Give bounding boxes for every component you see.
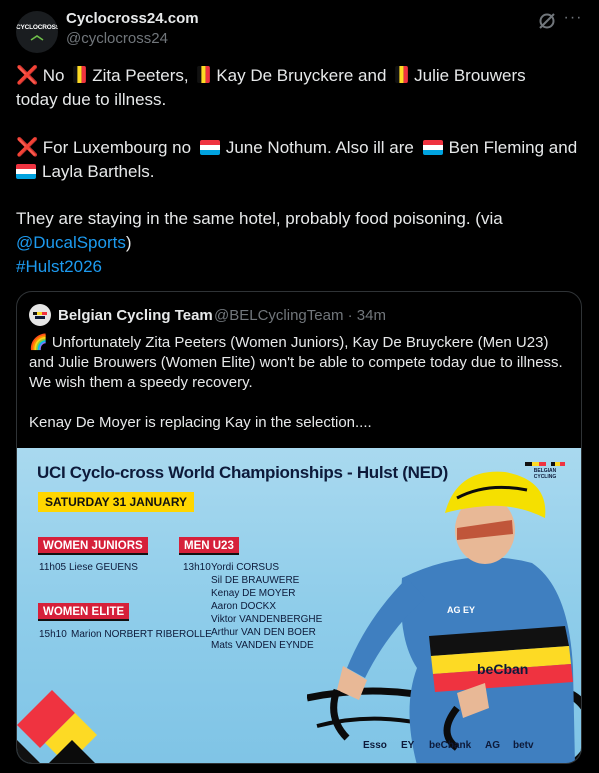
women-juniors-rider: Liese GEUENS [69,562,138,573]
post-text: Zita Peeters, [92,66,189,85]
decorative-corner-art [17,690,97,763]
women-elite-rider: Marion NORBERT RIBEROLLE [71,629,212,640]
quoted-text-1: Unfortunately Zita Peeters (Women Junior… [29,334,563,391]
quoted-author-handle-time[interactable]: @BELCyclingTeam · 34m [214,307,386,324]
men-u23-time: 13h10 [183,562,211,573]
sponsor-ag: AG [485,740,500,751]
post[interactable]: CYCLOCROSS24 Cyclocross24.com @cyclocros… [0,0,599,773]
sponsor-betv: betv [513,740,534,751]
hashtag-link[interactable]: #Hulst2026 [16,257,102,276]
rainbow-icon: 🌈 [29,334,48,351]
post-text: June Nothum. Also ill are [225,138,414,157]
luxembourg-flag-icon [422,140,443,155]
men-u23-rider: Viktor VANDENBERGHE [211,614,323,625]
sponsor-esso: Esso [363,740,387,751]
cross-mark-icon: ❌ [16,137,39,157]
quoted-post[interactable]: Belgian Cycling Team @BELCyclingTeam · 3… [16,291,582,764]
post-text: Kay De Bruyckere and [216,66,387,85]
quoted-author-avatar[interactable] [29,304,51,326]
belgian-stripes-icon [525,462,565,466]
post-paragraph-3: They are staying in the same hotel, prob… [16,207,586,279]
men-u23-rider: Sil DE BRAUWERE [211,575,300,586]
men-u23-rider: Yordi CORSUS [211,562,279,573]
avatar-logo-icon [30,35,44,41]
luxembourg-flag-icon [199,140,220,155]
post-text: Ben Fleming and [448,138,578,157]
post-text: They are staying in the same hotel, prob… [16,209,503,228]
grok-slash-icon[interactable] [536,10,558,32]
author-avatar[interactable]: CYCLOCROSS24 [16,11,58,53]
quoted-text-2: Kenay De Moyer is replacing Kay in the s… [29,414,372,431]
rider-photo: beCban AG EY [307,471,581,763]
men-u23-rider: Mats VANDEN EYNDE [211,640,314,651]
author-handle[interactable]: @cyclocross24 [66,30,168,47]
post-text: No [42,66,65,85]
sponsor-becbank: beCbank [429,740,472,751]
men-u23-rider: Aaron DOCKX [211,601,277,612]
image-date-badge: SATURDAY 31 JANUARY [38,492,195,512]
quoted-text: 🌈 Unfortunately Zita Peeters (Women Juni… [29,333,569,433]
women-elite-time: 15h10 [39,629,67,640]
belgium-flag-icon [73,66,87,83]
quoted-author-name[interactable]: Belgian Cycling Team [58,307,213,324]
men-u23-label: MEN U23 [179,537,239,555]
jersey-sponsor-small: AG EY [447,605,475,615]
men-u23-rider: Arthur VAN DEN BOER [211,627,316,638]
quoted-image[interactable]: UCI Cyclo-cross World Championships - Hu… [17,448,581,763]
post-text: today due to illness. [16,90,167,109]
women-juniors-time: 11h05 [39,562,67,573]
post-paragraph-2: ❌ For Luxembourg no June Nothum. Also il… [16,135,586,184]
belgium-flag-icon [395,66,409,83]
belgium-flag-icon [197,66,211,83]
belgian-cycling-logo-icon [33,312,47,319]
women-elite-label: WOMEN ELITE [38,603,130,621]
post-paragraph-1: ❌ No Zita Peeters, Kay De Bruyckere and … [16,63,586,112]
jersey-sponsor-text: beCban [477,661,528,677]
men-u23-rider: Kenay DE MOYER [211,588,296,599]
sponsor-ey: EY [401,740,415,751]
post-text: Layla Barthels. [42,162,155,181]
luxembourg-flag-icon [16,164,36,179]
mention-link[interactable]: @DucalSports [16,233,126,252]
cross-mark-icon: ❌ [16,65,39,85]
post-text: For Luxembourg no [42,138,192,157]
author-name[interactable]: Cyclocross24.com [66,10,199,27]
more-dots-icon[interactable]: ··· [562,9,584,31]
avatar-logo-text: CYCLOCROSS24 [16,24,58,31]
women-juniors-label: WOMEN JUNIORS [38,537,148,555]
sponsor-logos: Esso EY beCbank AG betv [363,737,563,755]
post-text: Julie Brouwers [414,66,526,85]
post-text: ) [125,233,132,252]
